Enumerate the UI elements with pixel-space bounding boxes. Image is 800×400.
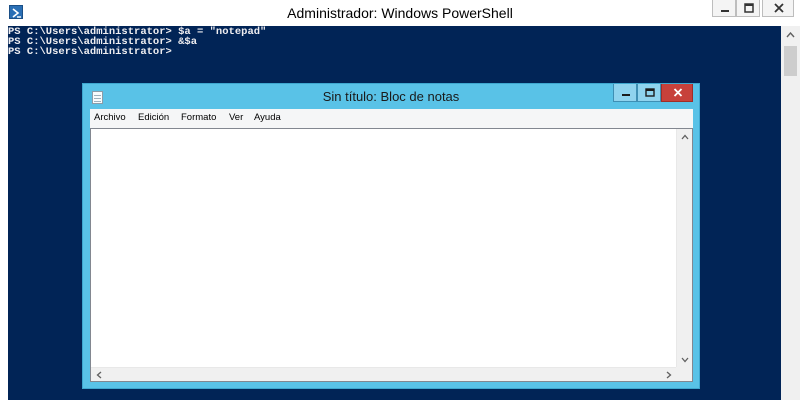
minimize-icon xyxy=(622,94,630,96)
maximize-icon xyxy=(645,88,655,97)
scrollbar-corner xyxy=(676,367,692,381)
maximize-icon xyxy=(744,3,754,13)
menu-edicion[interactable]: Edición xyxy=(138,112,169,123)
powershell-titlebar[interactable]: Administrador: Windows PowerShell xyxy=(0,0,800,26)
notepad-close-button[interactable] xyxy=(661,84,693,102)
chevron-right-icon[interactable] xyxy=(666,371,672,379)
notepad-text-area[interactable] xyxy=(91,129,676,367)
notepad-window: Sin título: Bloc de notas Archivo Edició… xyxy=(82,83,700,389)
notepad-minimize-button[interactable] xyxy=(613,84,637,102)
notepad-menubar: Archivo Edición Formato Ver Ayuda xyxy=(90,109,693,128)
scrollbar-thumb[interactable] xyxy=(784,46,797,76)
chevron-down-icon[interactable] xyxy=(681,357,689,363)
notepad-vertical-scrollbar[interactable] xyxy=(676,129,692,367)
chevron-left-icon[interactable] xyxy=(96,371,102,379)
notepad-editor xyxy=(90,128,693,382)
notepad-window-title: Sin título: Bloc de notas xyxy=(322,89,460,104)
menu-archivo[interactable]: Archivo xyxy=(94,112,126,123)
notepad-maximize-button[interactable] xyxy=(637,84,661,102)
close-icon xyxy=(673,88,683,97)
menu-ver[interactable]: Ver xyxy=(229,112,243,123)
scroll-up-button[interactable] xyxy=(781,26,800,43)
menu-formato[interactable]: Formato xyxy=(181,112,216,123)
powershell-window-title: Administrador: Windows PowerShell xyxy=(287,5,513,21)
chevron-up-icon[interactable] xyxy=(681,134,689,140)
powershell-vertical-scrollbar[interactable] xyxy=(781,26,800,400)
notepad-horizontal-scrollbar[interactable] xyxy=(91,367,676,381)
powershell-maximize-button[interactable] xyxy=(736,0,760,17)
menu-ayuda[interactable]: Ayuda xyxy=(254,112,281,123)
minimize-icon xyxy=(721,10,729,12)
notepad-titlebar[interactable]: Sin título: Bloc de notas xyxy=(83,84,699,108)
chevron-up-icon xyxy=(786,32,795,38)
powershell-close-button[interactable] xyxy=(762,0,794,17)
close-icon xyxy=(774,3,784,13)
powershell-minimize-button[interactable] xyxy=(712,0,736,17)
console-prompt-line: PS C:\Users\administrator> xyxy=(8,46,172,58)
